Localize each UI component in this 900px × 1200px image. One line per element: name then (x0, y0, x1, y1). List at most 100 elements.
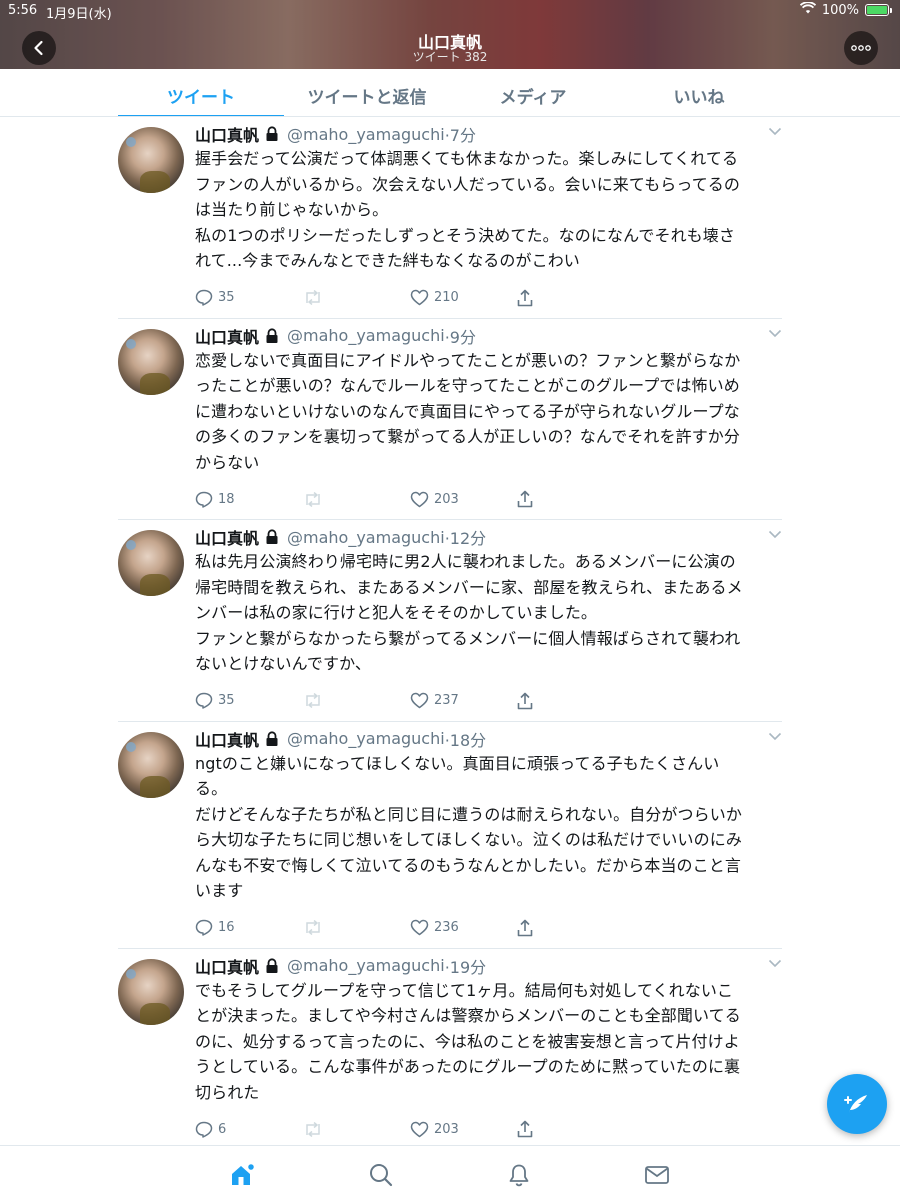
tweet[interactable]: 山口真帆 @maho_yamaguchi ·9分 恋愛しないで真面目にアイドルや… (118, 319, 782, 520)
tweet-timeline: 山口真帆 @maho_yamaguchi ·7分 握手会だって公演だって体調悪く… (118, 117, 782, 1149)
status-date: 1月9日(水) (46, 7, 112, 22)
retweet-button (303, 491, 410, 507)
share-icon (517, 919, 533, 936)
tweet-text: 私は先月公演終わり帰宅時に男2人に襲われました。あるメンバーに公演の 帰宅時間を… (195, 552, 743, 673)
reply-count: 35 (218, 693, 235, 708)
retweet-icon (306, 920, 320, 935)
status-time: 5:56 (8, 3, 38, 18)
tweet-text: でもそうしてグループを守って信じて1ヶ月。結局何も対処してくれないこ とが決まっ… (195, 980, 741, 1102)
retweet-button (303, 290, 410, 305)
nav-notifications[interactable] (504, 1160, 534, 1190)
battery-tip (890, 7, 892, 13)
tab-tweets[interactable]: ツイート (118, 69, 284, 117)
chevron-down-icon[interactable] (768, 329, 782, 338)
heart-icon (410, 919, 429, 936)
author-handle: @maho_yamaguchi (287, 326, 445, 345)
tweet-count: ツイート 382 (412, 50, 488, 64)
battery-icon (865, 4, 889, 16)
tweet-time[interactable]: ·9分 (445, 324, 476, 348)
wifi-icon (799, 1, 816, 18)
share-button[interactable] (517, 692, 533, 710)
like-button[interactable]: 210 (410, 289, 517, 306)
reply-button[interactable]: 18 (195, 491, 303, 508)
chevron-down-icon[interactable] (768, 732, 782, 741)
author-name[interactable]: 山口真帆 (195, 727, 259, 751)
retweet-button (303, 693, 410, 708)
tab-likes[interactable]: いいね (616, 69, 782, 117)
author-name[interactable]: 山口真帆 (195, 954, 259, 978)
more-dots-icon (851, 45, 871, 51)
tweet-time[interactable]: ·7分 (445, 122, 476, 146)
avatar[interactable] (118, 958, 184, 1025)
profile-header: 5:56 1月9日(水) 100% 山口真帆 ツイート 382 (0, 0, 900, 69)
heart-icon (410, 289, 429, 306)
more-options-button[interactable] (844, 31, 878, 65)
tweet-text: ngtのこと嫌いになってほしくない。真面目に頑張ってる子もたくさんい る。 だけ… (195, 753, 742, 901)
reply-button[interactable]: 35 (195, 692, 303, 709)
mail-icon (645, 1166, 669, 1184)
author-name[interactable]: 山口真帆 (195, 324, 259, 348)
tweet-actions: 6 203 (195, 1109, 772, 1149)
tweet[interactable]: 山口真帆 @maho_yamaguchi ·7分 握手会だって公演だって体調悪く… (118, 117, 782, 319)
nav-messages[interactable] (642, 1160, 672, 1190)
avatar[interactable] (118, 731, 184, 798)
retweet-icon (306, 1121, 320, 1137)
reply-icon (195, 692, 213, 709)
status-indicators: 100% (799, 1, 892, 18)
compose-feather-icon (844, 1095, 867, 1113)
author-name[interactable]: 山口真帆 (195, 122, 259, 146)
author-handle: @maho_yamaguchi (287, 956, 445, 975)
lock-icon (265, 126, 279, 142)
lock-icon (265, 327, 279, 344)
tweet[interactable]: 山口真帆 @maho_yamaguchi ·18分 ngtのこと嫌いになってほし… (118, 722, 782, 949)
nav-search[interactable] (366, 1160, 396, 1190)
like-button[interactable]: 203 (410, 491, 517, 508)
like-button[interactable]: 237 (410, 692, 517, 709)
tweet[interactable]: 山口真帆 @maho_yamaguchi ·12分 私は先月公演終わり帰宅時に男… (118, 520, 782, 722)
reply-icon (195, 491, 213, 508)
nav-home[interactable] (227, 1160, 257, 1190)
tab-tweets-and-replies[interactable]: ツイートと返信 (284, 69, 450, 117)
tweet-time[interactable]: ·18分 (445, 727, 486, 751)
chevron-down-icon[interactable] (768, 959, 782, 968)
reply-count: 16 (218, 920, 235, 935)
lock-icon (265, 730, 279, 747)
tweet[interactable]: 山口真帆 @maho_yamaguchi ·19分 でもそうしてグループを守って… (118, 949, 782, 1150)
avatar[interactable] (118, 127, 184, 193)
share-button[interactable] (517, 490, 533, 508)
reply-icon (195, 289, 213, 306)
author-handle: @maho_yamaguchi (287, 124, 445, 144)
reply-count: 6 (218, 1121, 227, 1137)
chevron-down-icon[interactable] (768, 530, 782, 539)
like-button[interactable]: 203 (410, 1121, 517, 1138)
author-name[interactable]: 山口真帆 (195, 525, 259, 549)
heart-icon (410, 1121, 429, 1137)
search-icon (370, 1164, 393, 1187)
share-button[interactable] (517, 289, 533, 307)
bell-icon (509, 1164, 529, 1187)
author-handle: @maho_yamaguchi (287, 527, 445, 547)
avatar[interactable] (118, 328, 184, 395)
lock-icon (265, 957, 279, 974)
reply-icon (195, 1121, 213, 1138)
share-button[interactable] (517, 919, 533, 937)
reply-button[interactable]: 35 (195, 289, 303, 306)
reply-button[interactable]: 16 (195, 919, 303, 936)
tweet-actions: 35 237 (195, 681, 772, 721)
reply-count: 18 (218, 491, 235, 507)
reply-button[interactable]: 6 (195, 1121, 303, 1138)
chevron-down-icon[interactable] (768, 127, 782, 136)
home-icon (232, 1162, 255, 1185)
tab-media[interactable]: メディア (450, 69, 616, 117)
like-count: 203 (434, 491, 459, 507)
share-button[interactable] (517, 1120, 533, 1138)
tweet-actions: 16 236 (195, 908, 772, 948)
avatar[interactable] (118, 530, 184, 596)
tweet-time[interactable]: ·12分 (445, 525, 486, 549)
retweet-button (303, 1121, 410, 1137)
tweet-time[interactable]: ·19分 (445, 954, 486, 978)
compose-tweet-button[interactable] (827, 1074, 887, 1134)
status-bar: 5:56 1月9日(水) 100% (0, 0, 900, 22)
like-button[interactable]: 236 (410, 919, 517, 936)
like-count: 203 (434, 1121, 459, 1137)
